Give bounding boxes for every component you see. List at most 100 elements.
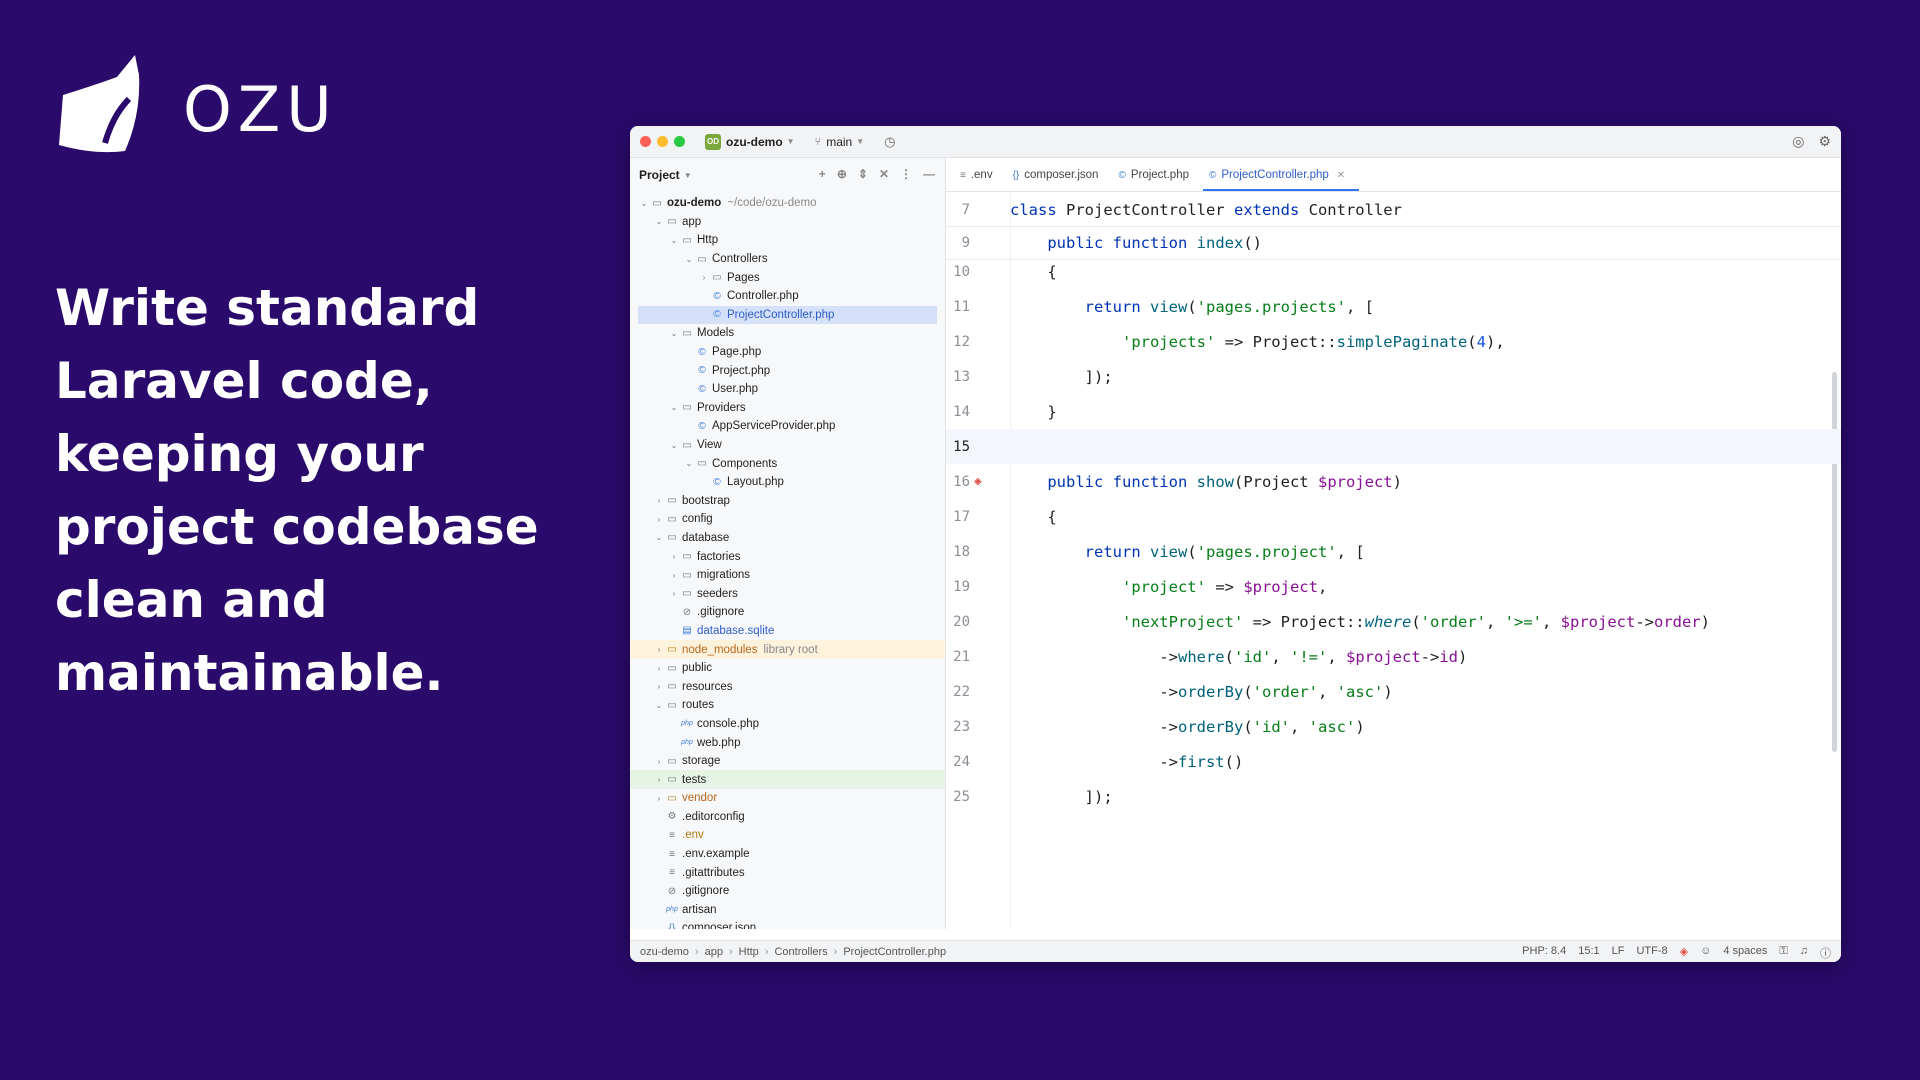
code-line[interactable]: 23 ->orderBy('id', 'asc') <box>946 709 1841 744</box>
tree-item[interactable]: php console.php <box>630 715 945 734</box>
code-line[interactable]: 22 ->orderBy('order', 'asc') <box>946 674 1841 709</box>
code-area[interactable]: 7 class ProjectController extends Control… <box>946 192 1841 929</box>
tree-item[interactable]: ≡ .gitattributes <box>630 863 945 882</box>
chevron-right-icon[interactable]: › <box>653 664 665 673</box>
lock-icon[interactable]: ⚿ <box>1779 945 1787 961</box>
sidebar-title[interactable]: Project <box>639 168 680 182</box>
locate-icon[interactable]: ⊕ <box>837 167 847 181</box>
chevron-down-icon[interactable]: ⌄ <box>668 403 680 412</box>
maximize-window-button[interactable] <box>674 136 685 147</box>
chevron-right-icon[interactable]: › <box>668 552 680 561</box>
tree-item[interactable]: ⌄ ▭ routes <box>630 696 945 715</box>
tree-item[interactable]: php web.php <box>630 733 945 752</box>
add-icon[interactable]: + <box>819 167 826 181</box>
tree-item[interactable]: ⊘ .gitignore <box>630 603 945 622</box>
chevron-right-icon[interactable]: › <box>653 682 665 691</box>
history-icon[interactable]: ◷ <box>884 134 895 150</box>
tree-item[interactable]: © Project.php <box>630 361 945 380</box>
chevron-right-icon[interactable]: › <box>653 645 665 654</box>
tree-item[interactable]: › ▭ resources <box>630 677 945 696</box>
tree-item[interactable]: ⌄ ▭ database <box>630 529 945 548</box>
code-line[interactable]: 18 return view('pages.project', [ <box>946 534 1841 569</box>
chevron-down-icon[interactable]: ⌄ <box>653 701 665 710</box>
chevron-down-icon[interactable]: ⌄ <box>668 236 680 245</box>
tree-item[interactable]: › ▭ migrations <box>630 566 945 585</box>
chevron-right-icon[interactable]: › <box>653 757 665 766</box>
copilot-icon[interactable]: ☺ <box>1700 945 1711 961</box>
code-line[interactable]: 17 { <box>946 499 1841 534</box>
chevron-down-icon[interactable]: ⌄ <box>683 459 695 468</box>
code-line[interactable]: 11 return view('pages.projects', [ <box>946 289 1841 324</box>
indent-setting[interactable]: 4 spaces <box>1723 945 1767 961</box>
more-options-icon[interactable]: ⋮ <box>900 167 912 181</box>
editor-tab[interactable]: © Project.php <box>1112 169 1203 191</box>
chevron-right-icon[interactable]: › <box>653 515 665 524</box>
project-switcher[interactable]: OD ozu-demo ▼ <box>705 133 795 150</box>
tree-item[interactable]: › ▭ storage <box>630 752 945 771</box>
laravel-route-icon[interactable]: ◈ <box>974 474 982 489</box>
tree-item[interactable]: › ▭ factories <box>630 547 945 566</box>
code-line[interactable]: 20 'nextProject' => Project::where('orde… <box>946 604 1841 639</box>
tree-item[interactable]: © Controller.php <box>630 287 945 306</box>
tree-item[interactable]: © User.php <box>630 380 945 399</box>
code-line[interactable]: 14 } <box>946 394 1841 429</box>
gear-icon[interactable]: ⚙ <box>1818 133 1831 150</box>
tree-item[interactable]: ⌄ ▭ Http <box>630 231 945 250</box>
chevron-down-icon[interactable]: ⌄ <box>653 533 665 542</box>
tree-item[interactable]: › ▭ tests <box>630 770 945 789</box>
tree-item[interactable]: › ▭ seeders <box>630 584 945 603</box>
tree-item[interactable]: › ▭ bootstrap <box>630 492 945 511</box>
tree-item[interactable]: › ▭ public <box>630 659 945 678</box>
branch-switcher[interactable]: ⑂ main ▼ <box>815 135 865 149</box>
tree-item[interactable]: ⌄ ▭ View <box>630 436 945 455</box>
expand-all-icon[interactable]: ⇕ <box>858 167 868 181</box>
tree-item[interactable]: ⌄ ▭ Controllers <box>630 250 945 269</box>
chevron-down-icon[interactable]: ⌄ <box>683 255 695 264</box>
code-line[interactable]: 25 ]); <box>946 779 1841 814</box>
editor-tab[interactable]: ≡ .env <box>954 169 1007 191</box>
ai-assistant-icon[interactable]: ◎ <box>1792 133 1804 150</box>
code-line[interactable]: 7 class ProjectController extends Control… <box>946 194 1841 227</box>
code-line[interactable]: 16 ◈ public function show(Project $projec… <box>946 464 1841 499</box>
breadcrumb-item[interactable]: ProjectController.php <box>843 946 946 958</box>
tree-item[interactable]: › ▭ node_modules library root <box>630 640 945 659</box>
tree-item[interactable]: ≡ .env <box>630 826 945 845</box>
code-line[interactable]: 15 <box>946 429 1841 464</box>
php-version[interactable]: PHP: 8.4 <box>1522 945 1566 961</box>
chevron-right-icon[interactable]: › <box>668 571 680 580</box>
chevron-down-icon[interactable]: ⌄ <box>638 199 650 208</box>
tree-item[interactable]: ⚙ .editorconfig <box>630 808 945 827</box>
tree-item[interactable]: ≡ .env.example <box>630 845 945 864</box>
breadcrumb-item[interactable]: Http <box>739 946 759 958</box>
tree-item[interactable]: ⊘ .gitignore <box>630 882 945 901</box>
laravel-icon[interactable]: ◈ <box>1680 945 1688 961</box>
editor-tab[interactable]: {} composer.json <box>1007 169 1113 191</box>
cursor-position[interactable]: 15:1 <box>1578 945 1599 961</box>
tree-item[interactable]: © Layout.php <box>630 473 945 492</box>
close-window-button[interactable] <box>640 136 651 147</box>
tree-item[interactable]: ▤ database.sqlite <box>630 622 945 641</box>
close-icon[interactable]: ✕ <box>1337 170 1345 181</box>
tree-item[interactable]: © ProjectController.php <box>638 305 937 325</box>
tree-item[interactable]: ⌄ ▭ ozu-demo ~/code/ozu-demo <box>630 194 945 213</box>
tree-item[interactable]: © Page.php <box>630 343 945 362</box>
tree-item[interactable]: ⌄ ▭ Components <box>630 454 945 473</box>
code-line[interactable]: 10 { <box>946 254 1841 289</box>
chevron-right-icon[interactable]: › <box>653 794 665 803</box>
code-line[interactable]: 21 ->where('id', '!=', $project->id) <box>946 639 1841 674</box>
chevron-right-icon[interactable]: › <box>653 496 665 505</box>
chevron-right-icon[interactable]: › <box>698 273 710 282</box>
tree-item[interactable]: © AppServiceProvider.php <box>630 417 945 436</box>
tree-item[interactable]: ⌄ ▭ Providers <box>630 399 945 418</box>
code-line[interactable]: 24 ->first() <box>946 744 1841 779</box>
tree-item[interactable]: php artisan <box>630 901 945 920</box>
code-line[interactable]: 19 'project' => $project, <box>946 569 1841 604</box>
code-editor[interactable]: ≡ .env {} composer.json © Project.php © Project… <box>946 158 1841 929</box>
hide-panel-icon[interactable]: — <box>923 167 935 181</box>
minimize-window-button[interactable] <box>657 136 668 147</box>
tree-item[interactable]: ⌄ ▭ Models <box>630 324 945 343</box>
collapse-all-icon[interactable]: ✕ <box>879 167 889 181</box>
breadcrumb-item[interactable]: ozu-demo <box>640 946 689 958</box>
tree-item[interactable]: › ▭ config <box>630 510 945 529</box>
chevron-right-icon[interactable]: › <box>668 589 680 598</box>
